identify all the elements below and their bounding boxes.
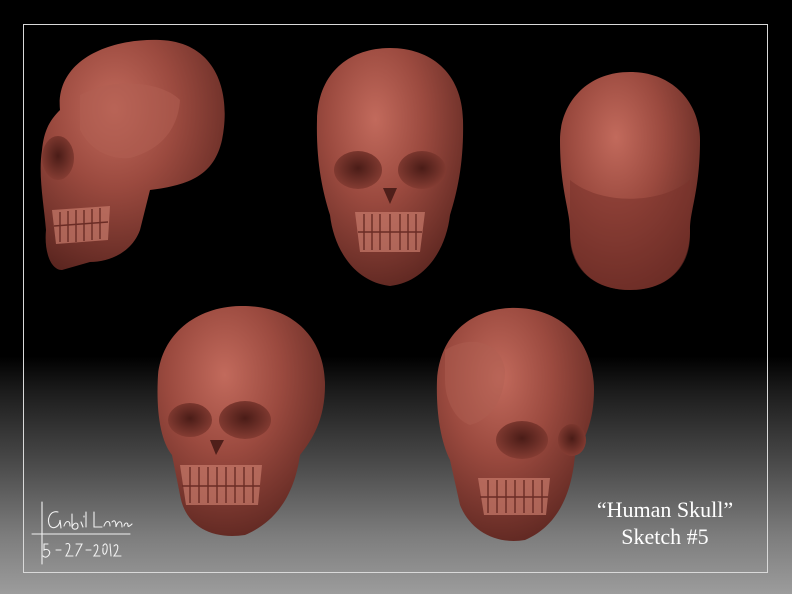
- picture-frame-border: [23, 24, 768, 573]
- caption-title: “Human Skull”: [596, 497, 734, 522]
- caption-subtitle: Sketch #5: [621, 524, 709, 549]
- artist-signature: [31, 501, 133, 565]
- artwork-caption: “Human Skull” Sketch #5: [560, 496, 770, 550]
- artwork-canvas: “Human Skull” Sketch #5: [0, 0, 792, 594]
